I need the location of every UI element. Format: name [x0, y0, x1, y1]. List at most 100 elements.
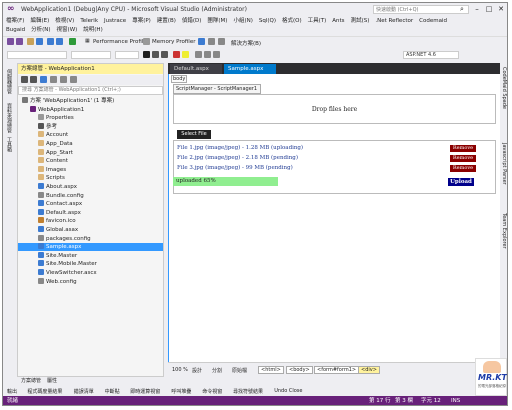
- tree-item[interactable]: Sample.aspx: [18, 243, 163, 252]
- breadcrumb-form[interactable]: <form#form1>: [314, 366, 360, 374]
- tree-item[interactable]: App_Data: [18, 140, 163, 148]
- home-icon[interactable]: [40, 76, 47, 83]
- align-center-icon[interactable]: [204, 51, 211, 58]
- menu-item[interactable]: 小組(N): [230, 17, 255, 26]
- underline-icon[interactable]: [161, 51, 168, 58]
- menu-item[interactable]: Codemaid: [416, 17, 450, 26]
- tree-item[interactable]: Bundle.config: [18, 191, 163, 200]
- menu-item[interactable]: Ants: [329, 17, 347, 26]
- tree-item[interactable]: Global.asax: [18, 226, 163, 234]
- comment-icon[interactable]: [218, 38, 225, 45]
- menu-item[interactable]: 檢視(V): [52, 17, 77, 26]
- block-format-select[interactable]: [7, 51, 67, 59]
- output-tab[interactable]: 輸出: [7, 388, 17, 395]
- output-tab[interactable]: 程式碼度量結果: [27, 388, 62, 395]
- menu-item[interactable]: Telerik: [77, 17, 101, 26]
- output-tab[interactable]: 呼叫堆疊: [171, 388, 191, 395]
- tree-item[interactable]: Properties: [18, 114, 163, 122]
- tree-item[interactable]: App_Start: [18, 148, 163, 157]
- view-split-button[interactable]: 分割: [212, 367, 222, 374]
- output-tab[interactable]: 命令視窗: [202, 388, 222, 395]
- right-tool-tab[interactable]: Team Explorer: [501, 213, 507, 249]
- tree-item[interactable]: Default.aspx: [18, 208, 163, 217]
- tree-item[interactable]: WebApplication1: [18, 105, 163, 114]
- refresh-icon[interactable]: [50, 76, 57, 83]
- script-manager-control[interactable]: ScriptManager - ScriptManager1: [173, 84, 261, 94]
- tree-item[interactable]: packages.config: [18, 234, 163, 243]
- document-tab[interactable]: Default.aspx: [170, 64, 222, 74]
- breadcrumb-html[interactable]: <html>: [258, 366, 284, 374]
- left-tool-tab[interactable]: 工具箱: [6, 137, 13, 152]
- tree-item[interactable]: Images: [18, 165, 163, 174]
- view-design-button[interactable]: 設計: [192, 367, 202, 374]
- tree-item[interactable]: Account: [18, 131, 163, 139]
- output-tab[interactable]: 即時運算視窗: [130, 388, 160, 395]
- select-file-button[interactable]: Select File: [177, 130, 211, 139]
- forward-icon[interactable]: [30, 76, 37, 83]
- menu-item[interactable]: 視窗(W): [54, 26, 81, 35]
- close-button[interactable]: ✕: [495, 3, 507, 15]
- output-tab[interactable]: 尋找符號結果: [233, 388, 263, 395]
- search-icon[interactable]: ⌕: [460, 5, 464, 14]
- save-icon[interactable]: [36, 38, 43, 45]
- memory-profiler-button[interactable]: Memory Profiler: [152, 39, 195, 45]
- menu-item[interactable]: 專案(P): [129, 17, 154, 26]
- font-size-select[interactable]: [115, 51, 139, 59]
- body-tag-label[interactable]: body: [171, 75, 188, 83]
- solution-management-button[interactable]: 解決方案(B): [231, 39, 261, 47]
- tree-item[interactable]: Scripts: [18, 174, 163, 182]
- config-select[interactable]: ASP.NET 4.6: [403, 51, 459, 59]
- align-left-icon[interactable]: [195, 51, 202, 58]
- drop-zone[interactable]: Drop files here: [173, 94, 496, 124]
- menu-item[interactable]: Bugaid: [3, 26, 28, 35]
- remove-button[interactable]: Remove: [450, 165, 476, 172]
- upload-button[interactable]: Upload: [448, 178, 474, 186]
- design-surface[interactable]: body ScriptManager - ScriptManager1 Drop…: [168, 74, 500, 362]
- tree-item[interactable]: 方案 'WebApplication1' (1 專案): [18, 97, 163, 105]
- tree-item[interactable]: Contact.aspx: [18, 200, 163, 208]
- right-tool-tab[interactable]: Javascript Parser: [501, 143, 507, 185]
- menu-item[interactable]: 建置(B): [154, 17, 179, 26]
- font-color-icon[interactable]: [173, 51, 180, 58]
- bold-icon[interactable]: [143, 51, 150, 58]
- menu-item[interactable]: .Net Reflector: [372, 17, 416, 26]
- menu-item[interactable]: 偵錯(D): [179, 17, 205, 26]
- panel-tab[interactable]: 方案總管: [21, 377, 41, 386]
- menu-item[interactable]: 測試(S): [348, 17, 373, 26]
- output-tab[interactable]: 錯誤清單: [74, 388, 94, 395]
- tree-item[interactable]: Site.Master: [18, 251, 163, 260]
- tree-item[interactable]: ViewSwitcher.ascx: [18, 269, 163, 277]
- memory-icon[interactable]: [143, 38, 150, 45]
- menu-item[interactable]: 團隊(M): [204, 17, 230, 26]
- tree-item[interactable]: Content: [18, 157, 163, 165]
- menu-item[interactable]: 編輯(E): [27, 17, 52, 26]
- zoom-level[interactable]: 100 %: [172, 367, 188, 373]
- font-name-select[interactable]: [71, 51, 111, 59]
- minimize-button[interactable]: –: [471, 3, 483, 15]
- solution-search-input[interactable]: 搜尋 方案總管 - WebApplication1 (Ctrl+;): [18, 86, 163, 95]
- align-right-icon[interactable]: [213, 51, 220, 58]
- undo-icon[interactable]: [47, 38, 54, 45]
- menu-item[interactable]: 工具(T): [305, 17, 330, 26]
- tree-item[interactable]: Site.Mobile.Master: [18, 260, 163, 268]
- left-tool-tab[interactable]: 資料來源總管: [6, 103, 13, 133]
- menu-item[interactable]: Sql(Q): [256, 17, 279, 26]
- highlight-icon[interactable]: [182, 51, 189, 58]
- quick-launch-input[interactable]: 快速啟動 (Ctrl+Q): [373, 5, 469, 14]
- back-icon[interactable]: [21, 76, 28, 83]
- breadcrumb-body[interactable]: <body>: [286, 366, 313, 374]
- left-tool-tab[interactable]: 伺服器總管: [6, 69, 13, 94]
- tree-item[interactable]: favicon.ico: [18, 217, 163, 225]
- remove-button[interactable]: Remove: [450, 145, 476, 152]
- maximize-button[interactable]: □: [483, 3, 495, 15]
- view-source-button[interactable]: 原始檔: [232, 367, 247, 374]
- performance-profiler-button[interactable]: Performance Profiler: [93, 39, 149, 45]
- forward-icon[interactable]: [16, 38, 23, 45]
- tree-item[interactable]: 參考: [18, 122, 163, 131]
- tree-item[interactable]: About.aspx: [18, 183, 163, 191]
- toggle-icon[interactable]: [198, 38, 205, 45]
- collapse-all-icon[interactable]: [60, 76, 67, 83]
- menu-item[interactable]: 說明(H): [80, 26, 105, 35]
- properties-icon[interactable]: [70, 76, 77, 83]
- bookmark-icon[interactable]: [208, 38, 215, 45]
